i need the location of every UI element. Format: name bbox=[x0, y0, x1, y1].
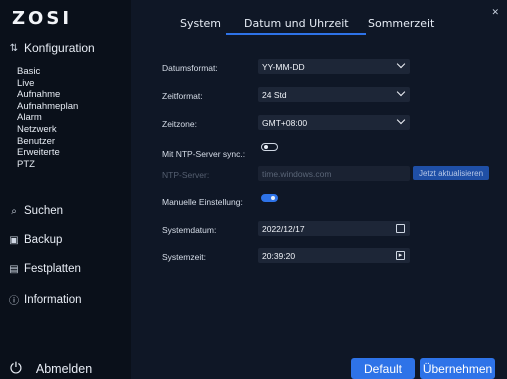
chevron-down-icon bbox=[396, 59, 406, 69]
manual-setting-label: Manuelle Einstellung: bbox=[162, 197, 243, 207]
system-date-value: 2022/12/17 bbox=[262, 223, 305, 234]
power-icon: ⏻ bbox=[10, 360, 22, 377]
backup-icon: ▣ bbox=[9, 234, 19, 246]
apply-button[interactable]: Übernehmen bbox=[420, 358, 495, 379]
nav-backup[interactable]: ▣ Backup bbox=[0, 234, 131, 246]
active-tab-indicator bbox=[226, 33, 366, 35]
time-format-label: Zeitformat: bbox=[162, 91, 203, 101]
chevron-down-icon bbox=[396, 115, 406, 125]
disk-icon: ▤ bbox=[9, 263, 19, 275]
system-time-value: 20:39:20 bbox=[262, 250, 296, 261]
ntp-server-input[interactable]: time.windows.com bbox=[258, 166, 410, 181]
sidebar: ZOSI ⇅ Konfiguration Basic Live Aufnahme… bbox=[0, 0, 131, 379]
submenu-aufnahme[interactable]: Aufnahme bbox=[17, 89, 78, 101]
nav-information[interactable]: ⓘ Information bbox=[0, 292, 131, 308]
submenu-netzwerk[interactable]: Netzwerk bbox=[17, 124, 78, 136]
time-zone-value: GMT+08:00 bbox=[262, 117, 308, 128]
submenu-benutzer[interactable]: Benutzer bbox=[17, 136, 78, 148]
toggle-knob bbox=[271, 196, 275, 200]
system-time-label: Systemzeit: bbox=[162, 252, 206, 262]
main-panel: System Datum und Uhrzeit Sommerzeit ✕ Da… bbox=[131, 0, 507, 379]
submenu-basic[interactable]: Basic bbox=[17, 66, 78, 78]
zosi-logo: ZOSI bbox=[12, 8, 73, 29]
close-icon[interactable]: ✕ bbox=[491, 7, 499, 18]
tab-datum-und-uhrzeit[interactable]: Datum und Uhrzeit bbox=[244, 17, 349, 30]
nav-backup-label: Backup bbox=[24, 234, 63, 246]
tab-sommerzeit[interactable]: Sommerzeit bbox=[368, 17, 434, 30]
config-submenu: Basic Live Aufnahme Aufnahmeplan Alarm N… bbox=[17, 66, 78, 170]
chevron-down-icon bbox=[396, 87, 406, 97]
search-icon: ⌕ bbox=[11, 205, 17, 217]
time-spinner-icon[interactable]: ▸ bbox=[396, 251, 405, 260]
logout-button[interactable]: ⏻ Abmelden bbox=[10, 360, 92, 377]
manual-setting-toggle[interactable] bbox=[261, 194, 278, 202]
system-date-label: Systemdatum: bbox=[162, 225, 217, 235]
nav-suchen[interactable]: ⌕ Suchen bbox=[0, 205, 131, 217]
submenu-ptz[interactable]: PTZ bbox=[17, 159, 78, 171]
nav-konfiguration-label: Konfiguration bbox=[24, 41, 95, 55]
nav-suchen-label: Suchen bbox=[24, 205, 64, 217]
submenu-erweiterte[interactable]: Erweiterte bbox=[17, 147, 78, 159]
date-format-select[interactable]: YY-MM-DD bbox=[258, 59, 410, 74]
ntp-server-value: time.windows.com bbox=[262, 168, 332, 179]
nav-information-label: Information bbox=[24, 293, 82, 306]
calendar-icon[interactable] bbox=[396, 224, 405, 233]
nav-konfiguration[interactable]: ⇅ Konfiguration bbox=[0, 41, 131, 55]
time-format-select[interactable]: 24 Std bbox=[258, 87, 410, 102]
time-format-value: 24 Std bbox=[262, 89, 287, 100]
logout-label: Abmelden bbox=[35, 361, 93, 376]
ntp-sync-label: Mit NTP-Server sync.: bbox=[162, 149, 246, 159]
system-date-input[interactable]: 2022/12/17 bbox=[258, 221, 410, 236]
time-zone-select[interactable]: GMT+08:00 bbox=[258, 115, 410, 130]
submenu-live[interactable]: Live bbox=[17, 78, 78, 90]
ntp-sync-toggle[interactable] bbox=[261, 143, 278, 151]
date-format-value: YY-MM-DD bbox=[262, 61, 305, 72]
settings-sliders-icon: ⇅ bbox=[9, 42, 19, 54]
ntp-server-label: NTP-Server: bbox=[162, 170, 210, 180]
tab-bar: System Datum und Uhrzeit Sommerzeit ✕ bbox=[131, 0, 507, 36]
default-button[interactable]: Default bbox=[351, 358, 415, 379]
date-format-label: Datumsformat: bbox=[162, 63, 218, 73]
submenu-alarm[interactable]: Alarm bbox=[17, 112, 78, 124]
nav-festplatten[interactable]: ▤ Festplatten bbox=[0, 263, 131, 275]
time-zone-label: Zeitzone: bbox=[162, 119, 197, 129]
system-time-input[interactable]: 20:39:20 ▸ bbox=[258, 248, 410, 263]
info-icon: ⓘ bbox=[9, 296, 19, 307]
tab-system[interactable]: System bbox=[180, 17, 221, 30]
update-now-button[interactable]: Jetzt aktualisieren bbox=[413, 166, 489, 180]
nav-festplatten-label: Festplatten bbox=[24, 263, 81, 275]
submenu-aufnahmeplan[interactable]: Aufnahmeplan bbox=[17, 101, 78, 113]
toggle-knob bbox=[264, 145, 268, 149]
